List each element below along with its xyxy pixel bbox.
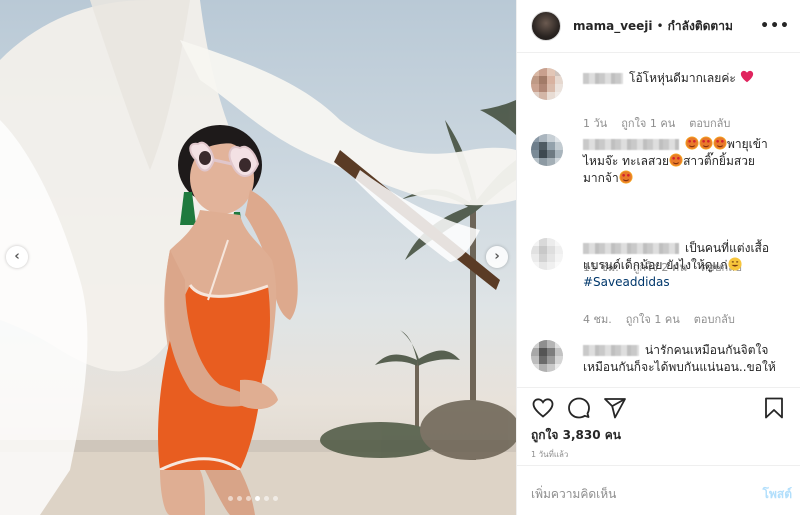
comment-likes-link[interactable]: ถูกใจ 1 คน (626, 310, 680, 328)
post-likes-count[interactable]: ถูกใจ 3,830 คน (531, 426, 621, 445)
commenter-avatar[interactable] (531, 68, 563, 100)
comment-composer: เพิ่มความคิดเห็น โพสต์ (517, 465, 800, 515)
author-avatar[interactable] (531, 11, 561, 41)
save-bookmark-icon[interactable] (763, 396, 785, 420)
commenter-name-blurred[interactable] (583, 139, 679, 150)
comment-text: ไหมจ๊ะ ทะเลสวย (583, 154, 670, 168)
commenter-name-blurred[interactable] (583, 345, 639, 356)
post-header: mama_veeji • กำลังติดตาม ••• (517, 0, 800, 53)
star-struck-emoji-icon (699, 136, 713, 150)
post-side-panel: mama_veeji • กำลังติดตาม ••• โอ้โหหุ่นดี… (516, 0, 800, 515)
carousel-dot (228, 496, 233, 501)
carousel-dot (273, 496, 278, 501)
post-timestamp: 1 วันที่แล้ว (531, 450, 569, 459)
carousel-dot (264, 496, 269, 501)
heart-like-icon[interactable] (531, 396, 555, 420)
comment-text: พายุเข้า (727, 137, 768, 151)
commenter-avatar[interactable] (531, 134, 563, 166)
carousel-dot-active (255, 496, 260, 501)
header-separator: • (656, 19, 664, 33)
commenter-name-blurred[interactable] (583, 243, 679, 254)
star-struck-emoji-icon (713, 136, 727, 150)
star-struck-emoji-icon (619, 170, 633, 184)
post-photo[interactable]: ‹ › (0, 0, 516, 515)
carousel-prev-button[interactable]: ‹ (6, 246, 28, 268)
commenter-avatar[interactable] (531, 238, 563, 270)
follow-status-button[interactable]: กำลังติดตาม (668, 17, 733, 36)
post-comment-button[interactable]: โพสต์ (763, 485, 792, 504)
carousel-dot (246, 496, 251, 501)
star-struck-emoji-icon (669, 153, 683, 167)
comment-bubble-icon[interactable] (567, 396, 591, 420)
reply-button[interactable]: ตอบกลับ (694, 310, 735, 328)
comment-text: สาวติ๊กยิ้มสวย (683, 154, 755, 168)
carousel-next-button[interactable]: › (486, 246, 508, 268)
reply-button[interactable]: ตอบกลับ (689, 114, 730, 132)
grinning-sweat-emoji-icon (728, 257, 742, 271)
post-actions: ถูกใจ 3,830 คน 1 วันที่แล้ว (517, 387, 800, 459)
more-options-icon[interactable]: ••• (760, 18, 790, 34)
hashtag-link[interactable]: #Saveaddidas (583, 275, 670, 289)
share-send-icon[interactable] (603, 396, 627, 420)
comment-meta: 4 ชม. ถูกใจ 1 คน ตอบกลับ (583, 310, 735, 328)
comment-time: 4 ชม. (583, 313, 612, 326)
add-comment-input[interactable]: เพิ่มความคิดเห็น (531, 485, 616, 504)
comment-time: 1 วัน (583, 117, 608, 130)
red-heart-emoji-icon (740, 70, 753, 83)
author-username[interactable]: mama_veeji (573, 19, 653, 33)
beach-photo-scene (0, 0, 516, 515)
carousel-dot (237, 496, 242, 501)
comment-text: โอ้โหหุ่นดีมากเลยค่ะ (629, 71, 736, 85)
comment-likes-link[interactable]: ถูกใจ 1 คน (621, 114, 675, 132)
comments-list[interactable]: โอ้โหหุ่นดีมากเลยค่ะ 1 วัน ถูกใจ 1 คน ตอ… (517, 54, 800, 386)
commenter-name-blurred[interactable] (583, 73, 623, 84)
star-struck-emoji-icon (685, 136, 699, 150)
carousel-indicator (228, 496, 278, 501)
commenter-avatar[interactable] (531, 340, 563, 372)
comment-text: มากจ้า (583, 171, 619, 185)
comment-meta: 1 วัน ถูกใจ 1 คน ตอบกลับ (583, 114, 730, 132)
